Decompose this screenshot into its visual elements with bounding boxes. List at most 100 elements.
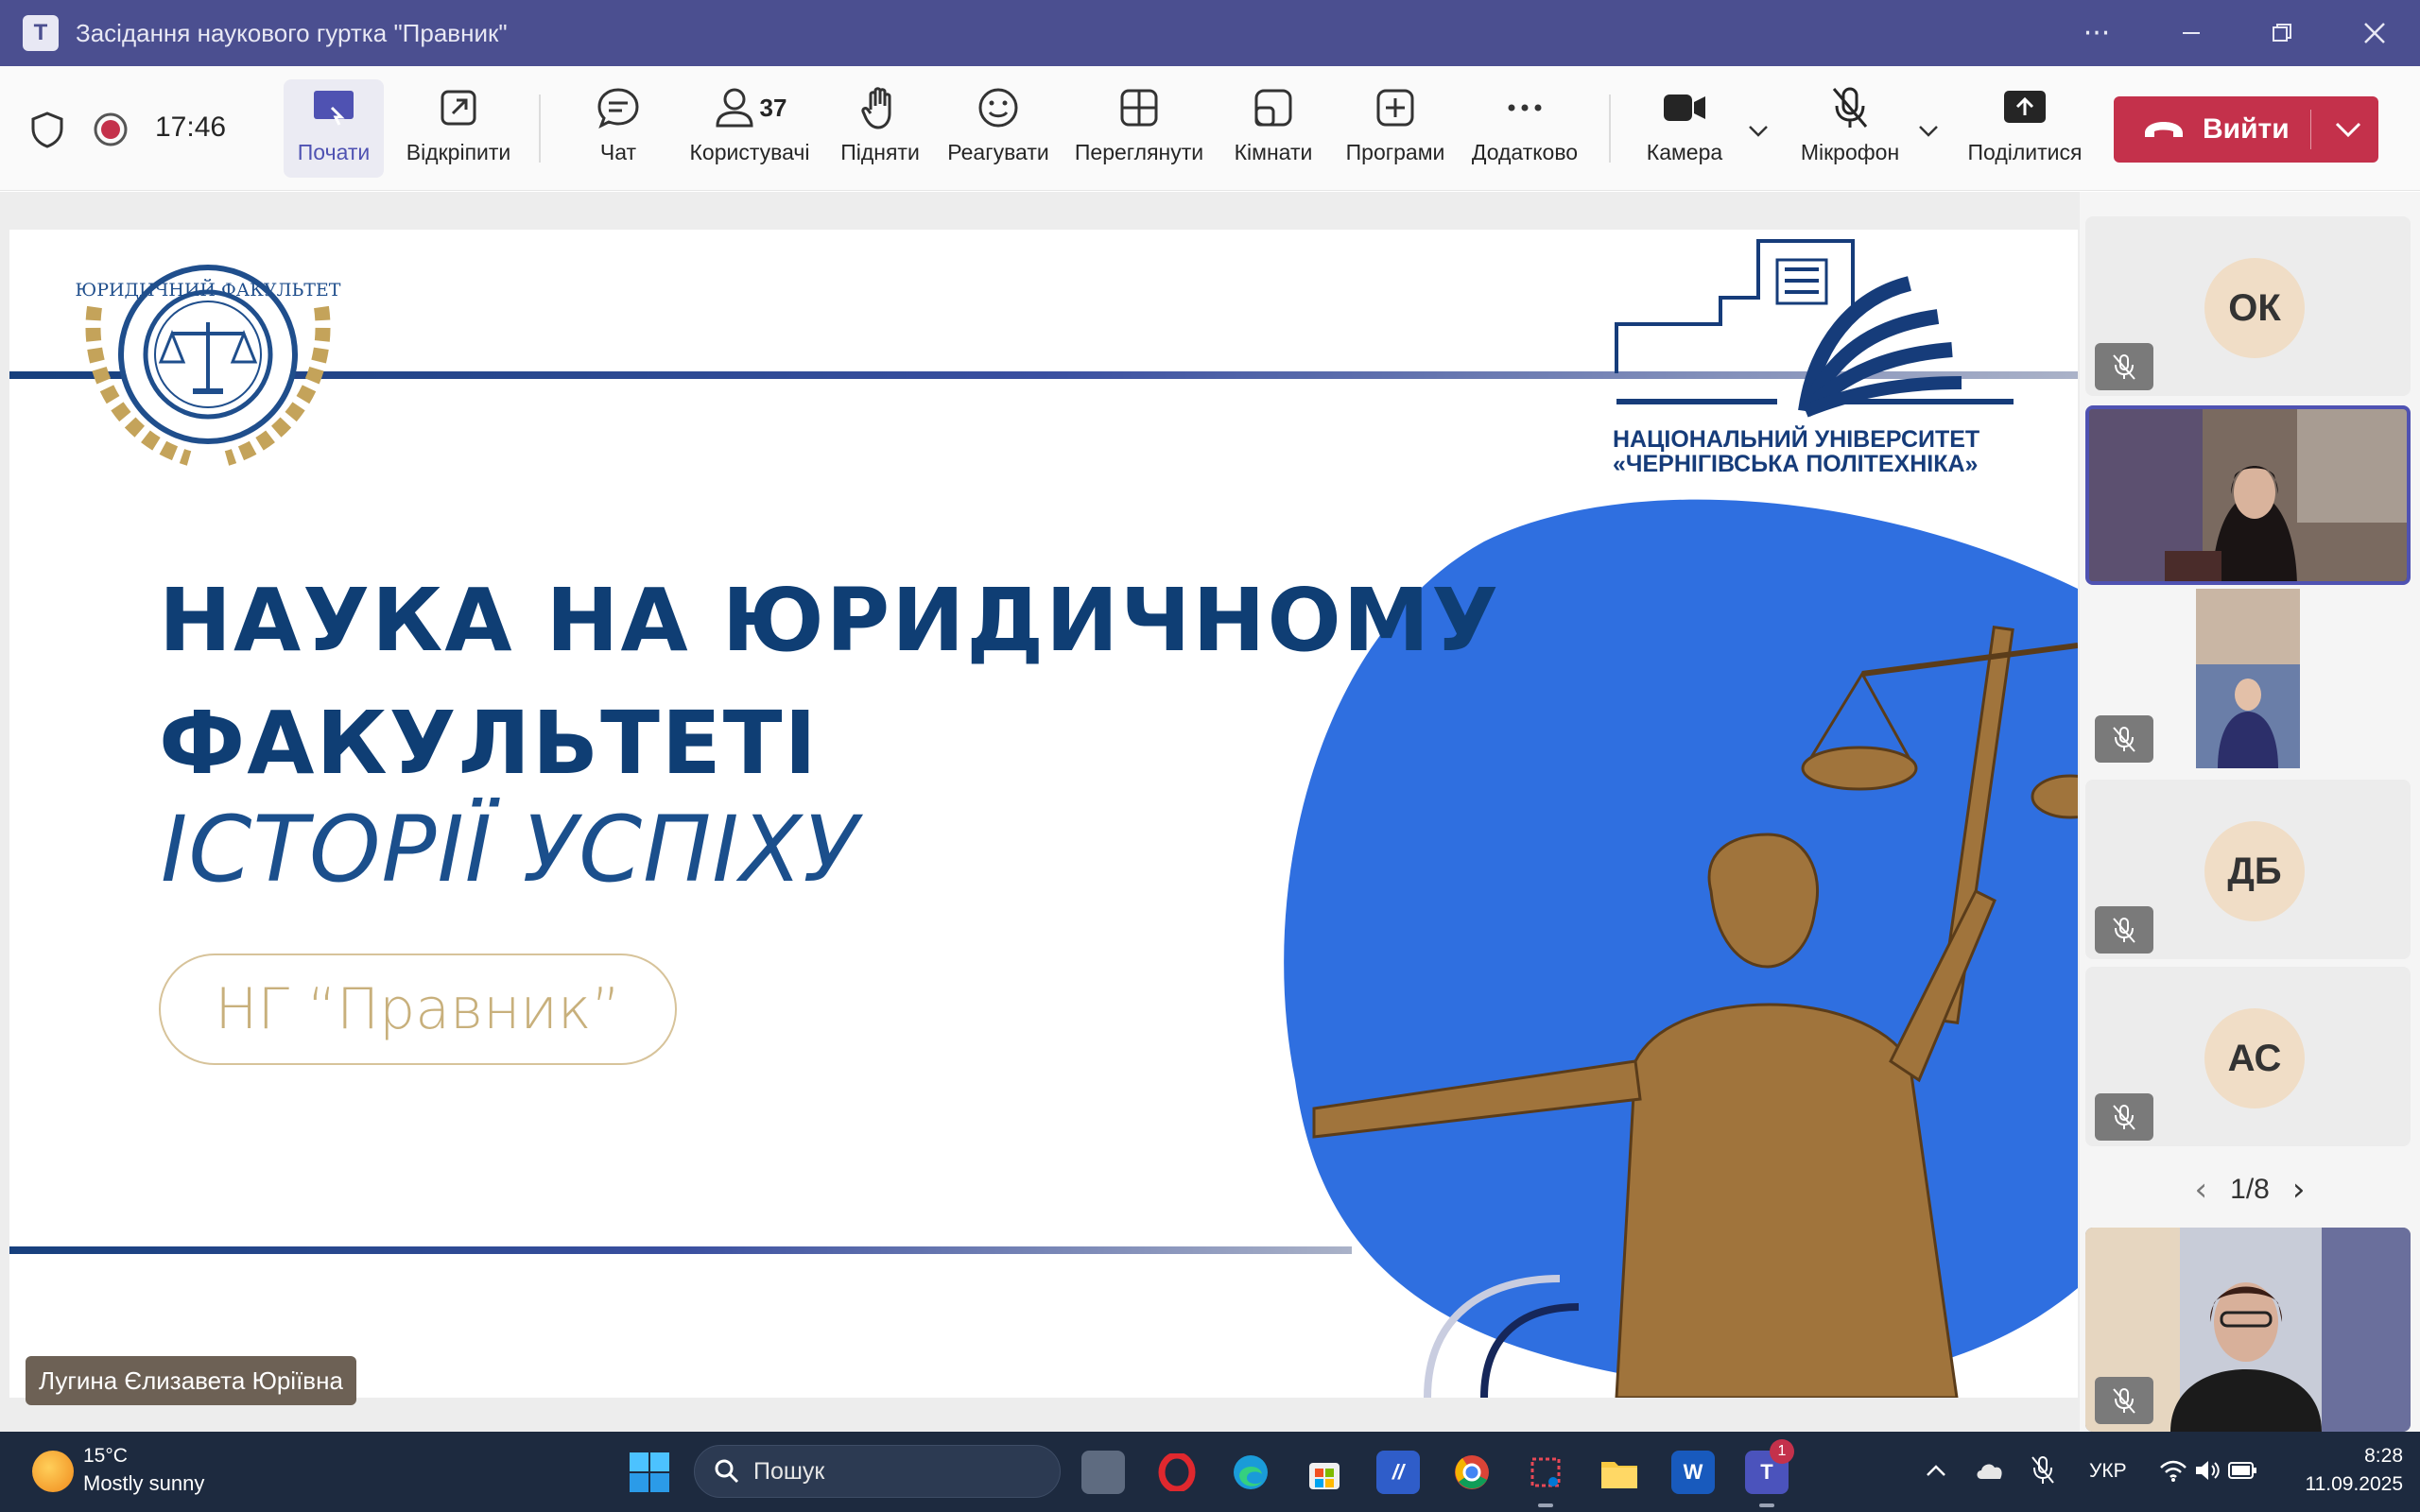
- next-page-icon[interactable]: ›: [2292, 1171, 2306, 1209]
- avatar: ДБ: [2204, 821, 2305, 921]
- input-language[interactable]: УКР: [2089, 1460, 2127, 1483]
- hang-up-icon: [2145, 122, 2183, 137]
- participant-video-tile[interactable]: [2085, 589, 2411, 768]
- show-hidden-icons-chevron-icon[interactable]: [1925, 1460, 1947, 1483]
- avatar: АС: [2204, 1008, 2305, 1108]
- edge-icon[interactable]: [1229, 1451, 1272, 1494]
- taskbar-search[interactable]: Пошук: [694, 1445, 1061, 1498]
- camera-icon: [1664, 94, 1705, 121]
- page-indicator: 1/8: [2230, 1174, 2270, 1205]
- muted-mic-icon: [2095, 343, 2153, 390]
- react-button[interactable]: Реагувати: [942, 79, 1055, 178]
- participant-video-tile[interactable]: [2085, 405, 2411, 585]
- camera-button[interactable]: Камера: [1641, 79, 1728, 178]
- more-options-icon[interactable]: ···: [2051, 0, 2142, 66]
- presenter-name-tag: Лугина Єлизавета Юріївна: [26, 1356, 356, 1405]
- task-view-icon[interactable]: [1081, 1451, 1125, 1494]
- volume-icon[interactable]: [2193, 1458, 2221, 1483]
- shield-icon[interactable]: [28, 110, 66, 149]
- people-button[interactable]: 37 Користувачі: [681, 79, 819, 178]
- word-icon[interactable]: W: [1671, 1451, 1715, 1494]
- grid-view-icon: [1120, 89, 1158, 127]
- popout-button[interactable]: Відкріпити: [397, 79, 520, 178]
- muted-mic-icon: [2095, 1377, 2153, 1424]
- previous-page-icon[interactable]: ‹: [2195, 1171, 2208, 1209]
- snipping-tool-icon[interactable]: [1524, 1451, 1567, 1494]
- popout-icon: [441, 90, 476, 126]
- university-logo: [1615, 239, 2014, 418]
- restore-button[interactable]: [2237, 0, 2327, 66]
- close-button[interactable]: [2329, 0, 2420, 66]
- microsoft-store-icon[interactable]: [1303, 1451, 1346, 1494]
- participant-video: [2089, 409, 2407, 581]
- share-screen-icon: [2004, 91, 2046, 123]
- present-icon: [314, 91, 354, 126]
- title-bar: T Засідання наукового гуртка "Правник" ·…: [0, 0, 2420, 66]
- raise-hand-icon: [861, 87, 891, 129]
- close-icon: [2364, 23, 2385, 43]
- toolbar-separator: [1609, 94, 1611, 163]
- battery-icon[interactable]: [2227, 1460, 2257, 1481]
- app-icon[interactable]: //: [1376, 1451, 1420, 1494]
- slide-title-line2: ФАКУЛЬТЕТІ: [159, 693, 819, 794]
- slide-title-line1: НАУКА НА ЮРИДИЧНОМУ: [159, 570, 1501, 671]
- chrome-icon[interactable]: [1450, 1451, 1494, 1494]
- people-icon: [716, 88, 753, 128]
- teams-icon: T: [23, 15, 59, 51]
- leave-options-chevron-icon[interactable]: [2329, 110, 2367, 149]
- microphone-options-chevron-icon[interactable]: [1917, 119, 1940, 142]
- gallery-pager: ‹ 1/8 ›: [2080, 1163, 2420, 1216]
- share-button[interactable]: Поділитися: [1961, 79, 2089, 178]
- apps-button[interactable]: Програми: [1335, 79, 1456, 178]
- taskbar-clock[interactable]: 8:28: [2312, 1445, 2403, 1468]
- microphone-button[interactable]: Мікрофон: [1792, 79, 1908, 178]
- minimize-icon: [2183, 32, 2200, 34]
- rooms-button[interactable]: Кімнати: [1227, 79, 1320, 178]
- smiley-icon: [978, 88, 1018, 128]
- chat-button[interactable]: Чат: [580, 79, 656, 178]
- raise-hand-button[interactable]: Підняти: [832, 79, 928, 178]
- university-name-line1: НАЦІОНАЛЬНИЙ УНІВЕРСИТЕТ: [1613, 426, 1980, 453]
- onedrive-cloud-icon[interactable]: [1974, 1458, 2006, 1483]
- view-button[interactable]: Переглянути: [1068, 79, 1210, 178]
- participant-video-tile[interactable]: [2085, 1228, 2411, 1432]
- weather-icon[interactable]: [32, 1451, 74, 1492]
- muted-mic-icon: [2095, 715, 2153, 763]
- more-button[interactable]: Додатково: [1465, 79, 1584, 178]
- present-button[interactable]: Почати: [284, 79, 384, 178]
- windows-taskbar: 15°C Mostly sunny Пошук // W T 1 УКР 8:2…: [0, 1432, 2420, 1512]
- recording-icon: [94, 112, 128, 146]
- participant-tile[interactable]: АС: [2085, 967, 2411, 1146]
- camera-options-chevron-icon[interactable]: [1747, 119, 1770, 142]
- opera-icon[interactable]: [1155, 1451, 1199, 1494]
- minimize-button[interactable]: [2146, 0, 2237, 66]
- slide-subtitle: ІСТОРІЇ УСПІХУ: [161, 797, 859, 902]
- windows-start-icon[interactable]: [630, 1452, 669, 1492]
- restore-icon: [2273, 24, 2291, 42]
- wifi-icon[interactable]: [2159, 1458, 2187, 1483]
- shared-content-stage: ЮРИДИЧНИЙ ФАКУЛЬТЕТ НАЦІОНАЛЬНИЙ УНІВЕРС…: [0, 192, 2080, 1432]
- meeting-toolbar: 17:46 Почати Відкріпити Чат 37 Користува…: [0, 66, 2420, 191]
- participant-tile[interactable]: ДБ: [2085, 780, 2411, 959]
- search-icon: [715, 1459, 739, 1484]
- leave-button[interactable]: Вийти: [2114, 96, 2378, 163]
- seal-text: ЮРИДИЧНИЙ ФАКУЛЬТЕТ: [76, 279, 341, 301]
- weather-description[interactable]: Mostly sunny: [83, 1471, 204, 1496]
- participant-tile[interactable]: ОК: [2085, 216, 2411, 396]
- bottom-rule: [9, 1246, 1352, 1254]
- meeting-timer: 17:46: [155, 112, 227, 143]
- more-icon: [1508, 104, 1542, 112]
- muted-mic-icon: [2095, 1093, 2153, 1141]
- add-app-icon: [1376, 89, 1414, 127]
- toolbar-separator: [539, 94, 541, 163]
- faculty-seal-logo: ЮРИДИЧНИЙ ФАКУЛЬТЕТ: [76, 265, 341, 466]
- weather-temperature[interactable]: 15°C: [83, 1445, 128, 1468]
- microphone-muted-icon: [1832, 87, 1868, 128]
- avatar: ОК: [2204, 258, 2305, 358]
- slide-club-badge: НГ “Правник”: [159, 954, 677, 1065]
- file-explorer-icon[interactable]: [1598, 1451, 1641, 1494]
- taskbar-date[interactable]: 11.09.2025: [2280, 1473, 2403, 1496]
- rooms-icon: [1254, 89, 1292, 127]
- people-count: 37: [759, 93, 787, 122]
- microphone-muted-tray-icon[interactable]: [2029, 1454, 2057, 1486]
